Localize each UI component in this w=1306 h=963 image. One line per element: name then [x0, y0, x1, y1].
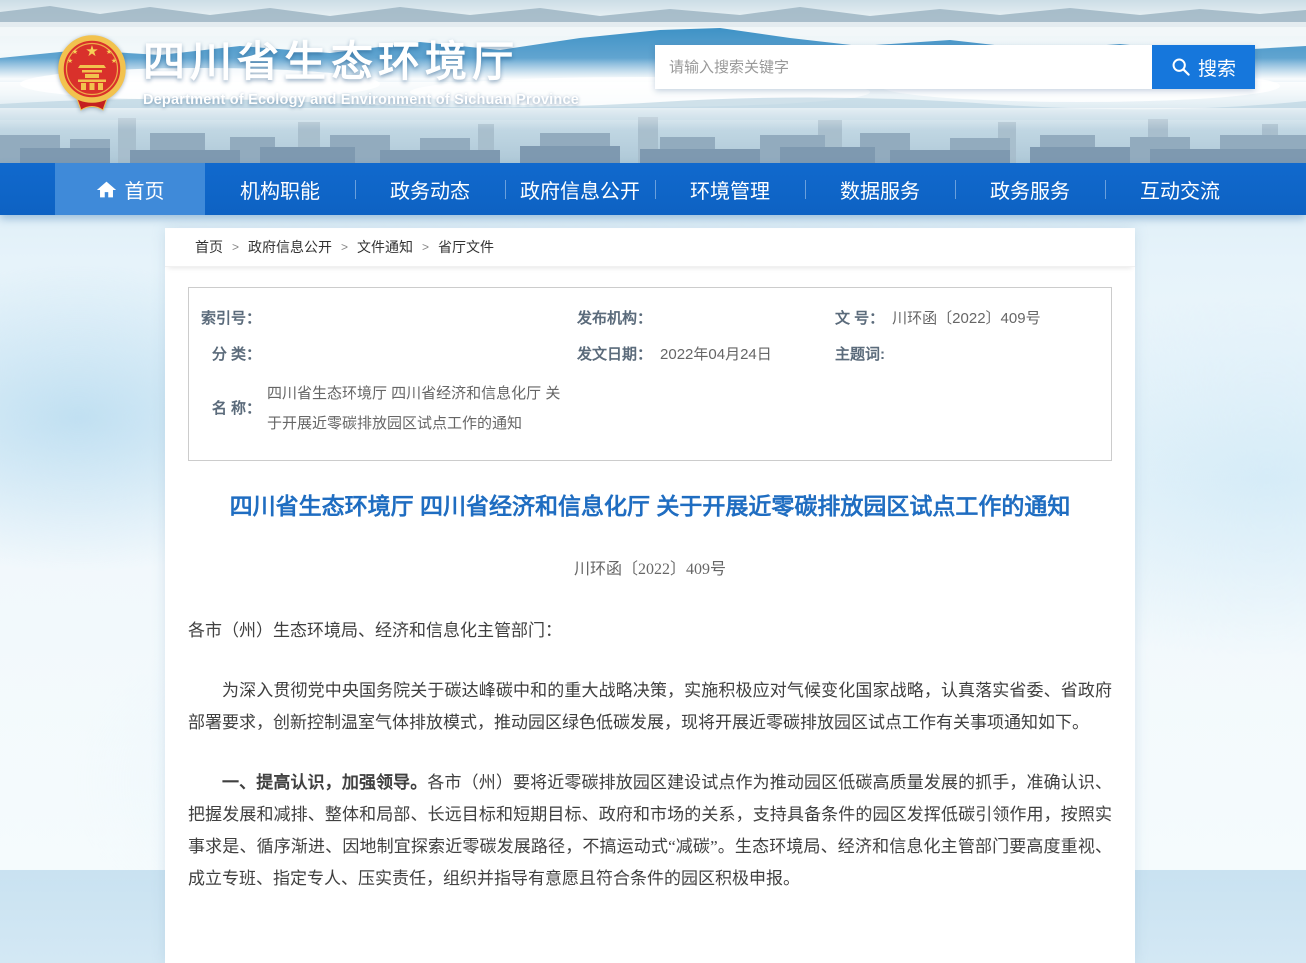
- meta-value: 四川省生态环境厅 四川省经济和信息化厅 关于开展近零碳排放园区试点工作的通知: [267, 379, 573, 439]
- svg-text:★: ★: [85, 42, 98, 60]
- nav-item-label: 政府信息公开: [520, 175, 640, 204]
- breadcrumb-link-home[interactable]: 首页: [195, 237, 223, 257]
- search-bar: 搜索: [655, 45, 1255, 89]
- nav-item-label: 互动交流: [1140, 175, 1220, 204]
- meta-label: 文 号：: [835, 307, 884, 331]
- document-meta-table: 索引号： 发布机构： 文 号： 川环函〔2022〕409号 分 类： 发文日期：…: [188, 287, 1112, 461]
- breadcrumb: 首页 > 政府信息公开 > 文件通知 > 省厅文件: [165, 228, 1135, 267]
- meta-label: 索引号：: [189, 307, 261, 331]
- meta-index-number: 索引号：: [189, 301, 577, 337]
- meta-keywords: 主题词:: [835, 337, 1111, 373]
- nav-item-env-management[interactable]: 环境管理: [655, 163, 805, 215]
- main-navigation: 首页 机构职能 政务动态 政府信息公开 环境管理 数据服务 政务服务 互动交流: [0, 163, 1306, 215]
- nav-item-data-services[interactable]: 数据服务: [805, 163, 955, 215]
- document-body: 各市（州）生态环境局、经济和信息化主管部门： 为深入贯彻党中央国务院关于碳达峰碳…: [188, 615, 1112, 895]
- meta-label: 主题词:: [835, 343, 885, 367]
- meta-label: 名 称：: [189, 397, 261, 421]
- nav-item-label: 政务服务: [990, 175, 1070, 204]
- section-1-paragraph: 一、提高认识，加强领导。各市（州）要将近零碳排放园区建设试点作为推动园区低碳高质…: [188, 767, 1112, 895]
- svg-text:★: ★: [67, 57, 73, 65]
- meta-label: 发文日期：: [577, 343, 652, 367]
- svg-text:★: ★: [111, 57, 117, 65]
- nav-item-home[interactable]: 首页: [55, 163, 205, 215]
- salutation-paragraph: 各市（州）生态环境局、经济和信息化主管部门：: [188, 615, 1112, 647]
- svg-text:★: ★: [106, 48, 112, 56]
- breadcrumb-separator: >: [341, 240, 348, 254]
- document-number-line: 川环函〔2022〕409号: [188, 555, 1112, 579]
- nav-item-label: 数据服务: [840, 175, 920, 204]
- site-logo-block[interactable]: ★ ★ ★ ★ ★ 四川省生态环境厅 Department of Ecology…: [54, 34, 579, 114]
- breadcrumb-separator: >: [422, 240, 429, 254]
- meta-category: 分 类：: [189, 337, 577, 373]
- nav-item-label: 环境管理: [690, 175, 770, 204]
- nav-item-label: 机构职能: [240, 175, 320, 204]
- nav-item-label: 政务动态: [390, 175, 470, 204]
- meta-issuing-agency: 发布机构：: [577, 301, 835, 337]
- nav-item-gov-news[interactable]: 政务动态: [355, 163, 505, 215]
- meta-document-name: 名 称： 四川省生态环境厅 四川省经济和信息化厅 关于开展近零碳排放园区试点工作…: [189, 373, 577, 445]
- content-container: 首页 > 政府信息公开 > 文件通知 > 省厅文件 索引号： 发布机构： 文 号…: [165, 228, 1135, 963]
- document-article: 四川省生态环境厅 四川省经济和信息化厅 关于开展近零碳排放园区试点工作的通知 川…: [165, 489, 1135, 963]
- nav-item-label: 首页: [125, 175, 165, 204]
- site-subtitle-en: Department of Ecology and Environment of…: [143, 92, 579, 108]
- search-button-label: 搜索: [1198, 54, 1236, 81]
- breadcrumb-link-notices[interactable]: 文件通知: [357, 237, 413, 257]
- meta-value: 2022年04月24日: [660, 343, 772, 367]
- meta-value: 川环函〔2022〕409号: [892, 307, 1040, 331]
- meta-label: 分 类：: [189, 343, 261, 367]
- meta-issue-date: 发文日期： 2022年04月24日: [577, 337, 835, 373]
- home-icon: [96, 179, 117, 200]
- nav-item-gov-services[interactable]: 政务服务: [955, 163, 1105, 215]
- section-1-heading: 一、提高认识，加强领导。: [222, 773, 427, 792]
- magnifier-icon: [1171, 57, 1191, 77]
- national-emblem-logo: ★ ★ ★ ★ ★: [54, 34, 130, 114]
- meta-document-number: 文 号： 川环函〔2022〕409号: [835, 301, 1111, 337]
- breadcrumb-link-dept-documents[interactable]: 省厅文件: [438, 237, 494, 257]
- site-banner: ★ ★ ★ ★ ★ 四川省生态环境厅 Department of Ecology…: [0, 0, 1306, 163]
- nav-item-gov-info-disclosure[interactable]: 政府信息公开: [505, 163, 655, 215]
- site-title: 四川省生态环境厅: [143, 40, 579, 86]
- intro-paragraph: 为深入贯彻党中央国务院关于碳达峰碳中和的重大战略决策，实施积极应对气候变化国家战…: [188, 675, 1112, 739]
- svg-text:★: ★: [72, 48, 78, 56]
- meta-label: 发布机构：: [577, 307, 652, 331]
- document-title: 四川省生态环境厅 四川省经济和信息化厅 关于开展近零碳排放园区试点工作的通知: [188, 489, 1112, 523]
- nav-item-org-functions[interactable]: 机构职能: [205, 163, 355, 215]
- breadcrumb-separator: >: [232, 240, 239, 254]
- breadcrumb-link-gov-info[interactable]: 政府信息公开: [248, 237, 332, 257]
- nav-item-interaction[interactable]: 互动交流: [1105, 163, 1255, 215]
- search-button[interactable]: 搜索: [1152, 45, 1255, 89]
- search-input[interactable]: [655, 45, 1152, 89]
